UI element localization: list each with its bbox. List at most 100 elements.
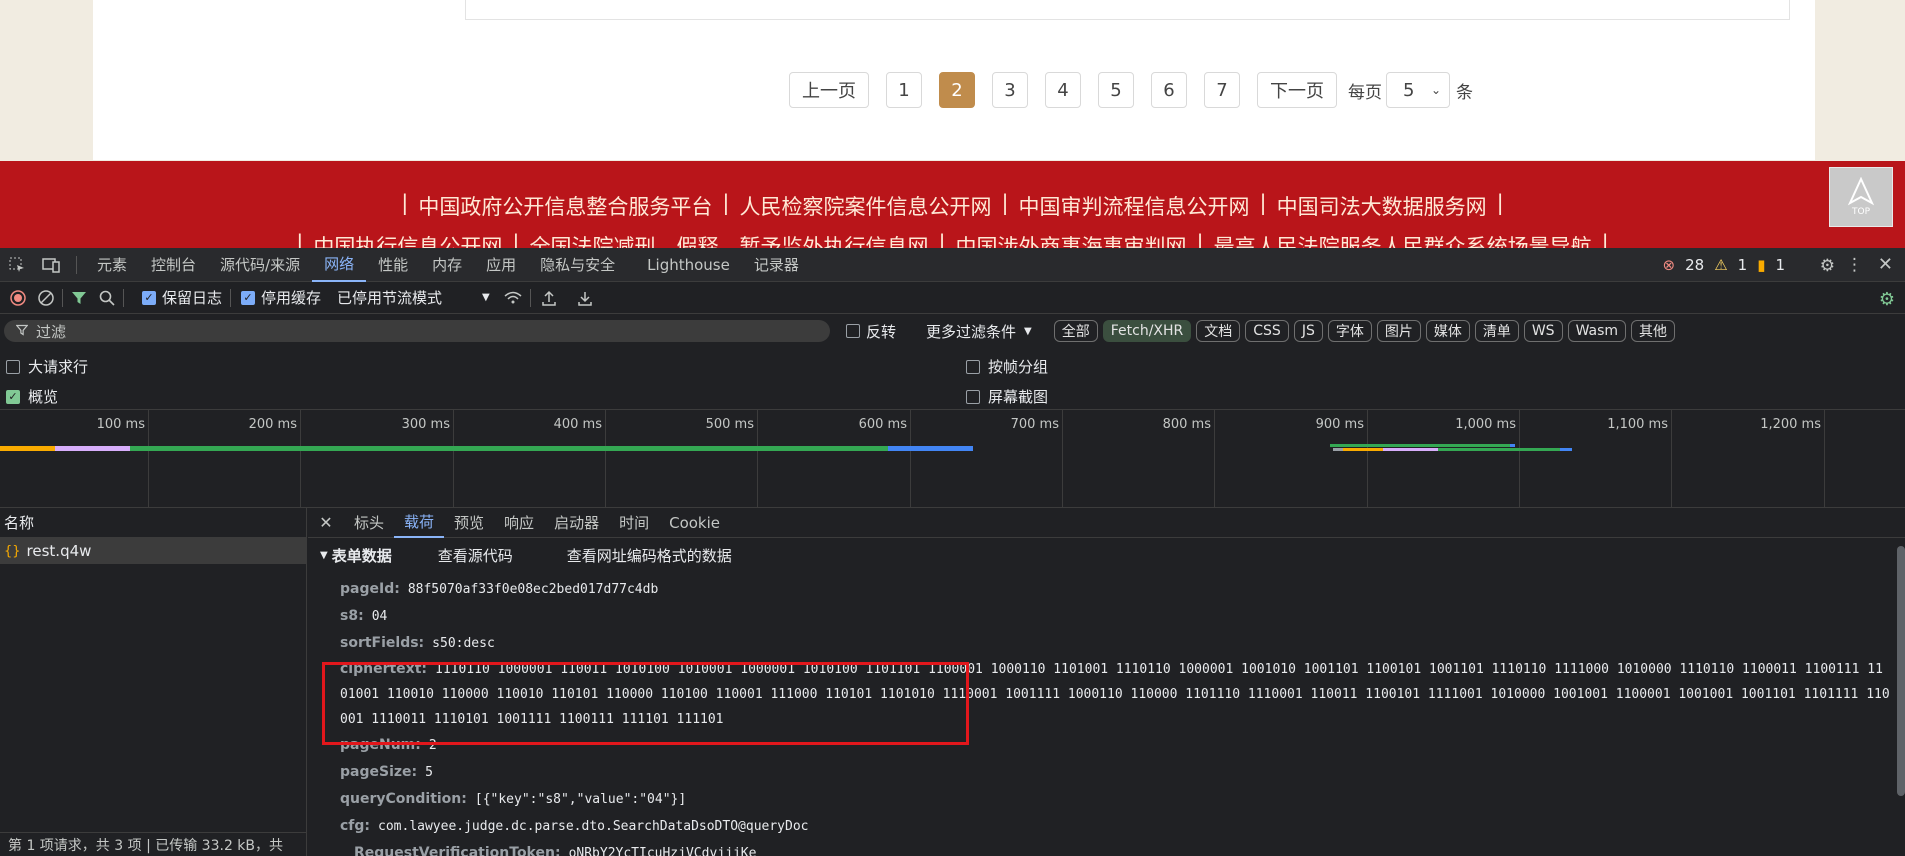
footer-link[interactable]: 最高人民法院服务人民群众系统场景导航 [1214, 231, 1592, 248]
type-filter-other[interactable]: 其他 [1631, 320, 1676, 342]
clear-icon[interactable] [38, 289, 54, 306]
caret-down-icon: ▼ [320, 549, 328, 561]
tab-privacy-security[interactable]: 隐私与安全 [528, 248, 627, 282]
tab-application[interactable]: 应用 [474, 248, 528, 282]
form-field-pagesize[interactable]: pageSize: 5 [340, 759, 1890, 786]
big-rows-label: 大请求行 [28, 358, 89, 376]
device-toolbar-icon[interactable] [34, 257, 68, 273]
page-2-button[interactable]: 2 [939, 72, 975, 108]
tab-recorder[interactable]: 记录器 [742, 248, 811, 282]
type-filter-wasm[interactable]: Wasm [1567, 320, 1627, 342]
settings-gear-icon[interactable]: ⚙ [1820, 256, 1835, 276]
form-field-verification-token[interactable]: __RequestVerificationToken: oNRbY2YcTIcuH… [340, 840, 1890, 856]
import-har-icon[interactable] [541, 290, 557, 306]
form-field-pagenum[interactable]: pageNum: 2 [340, 732, 1890, 759]
per-page-select[interactable]: 5 ⌄ [1386, 72, 1450, 108]
view-url-encoded-link[interactable]: 查看网址编码格式的数据 [567, 545, 732, 566]
disable-cache-checkbox[interactable]: ✓ 停用缓存 [241, 287, 321, 308]
issues-counter[interactable]: ⊗ 28 ⚠ 1 ▮ 1 [1663, 248, 1785, 282]
footer-link[interactable]: 中国涉外商事海事审判网 [956, 231, 1187, 248]
pagination: 上一页 1 2 3 4 5 6 7 下一页 每页 5 ⌄ 条 [789, 72, 1473, 108]
tab-console[interactable]: 控制台 [139, 248, 208, 282]
footer-link[interactable]: 中国政府公开信息整合服务平台 [418, 191, 712, 221]
footer-link[interactable]: 中国审判流程信息公开网 [1019, 191, 1250, 221]
more-options-icon[interactable]: ⋮ [1846, 255, 1863, 275]
tab-response[interactable]: 响应 [494, 508, 544, 538]
view-source-link[interactable]: 查看源代码 [438, 545, 513, 566]
network-conditions-icon[interactable] [504, 291, 522, 305]
form-field-pageid[interactable]: pageId: 88f5070af33f0e08ec2bed017d77c4db [340, 576, 1890, 603]
group-by-frame-checkbox[interactable]: 按帧分组 [966, 356, 1048, 377]
next-page-button[interactable]: 下一页 [1257, 72, 1337, 108]
invert-checkbox[interactable]: 反转 [846, 321, 896, 342]
close-icon[interactable]: ✕ [1878, 254, 1893, 275]
unit-label: 条 [1456, 82, 1473, 103]
type-filter-js[interactable]: JS [1293, 320, 1323, 342]
export-har-icon[interactable] [577, 290, 593, 306]
page-6-button[interactable]: 6 [1151, 72, 1187, 108]
divider [76, 255, 77, 274]
resource-type-filters: 全部 Fetch/XHR 文档 CSS JS 字体 图片 媒体 清单 WS Wa… [1053, 320, 1680, 342]
record-stop-icon[interactable] [10, 289, 26, 306]
page-7-button[interactable]: 7 [1204, 72, 1240, 108]
preserve-log-checkbox[interactable]: ✓ 保留日志 [142, 287, 222, 308]
footer-link[interactable]: 全国法院减刑、假释、暂予监外执行信息网 [529, 231, 928, 248]
type-filter-media[interactable]: 媒体 [1425, 320, 1470, 342]
footer-link[interactable]: 中国司法大数据服务网 [1277, 191, 1487, 221]
form-field-ciphertext[interactable]: ciphertext: 1110110 1000001 110011 101010… [340, 657, 1890, 732]
tab-initiator[interactable]: 启动器 [544, 508, 609, 538]
screenshots-checkbox[interactable]: 屏幕截图 [966, 386, 1048, 407]
page-3-button[interactable]: 3 [992, 72, 1028, 108]
back-to-top-button[interactable]: TOP [1829, 167, 1893, 227]
devtools-panel: 元素 控制台 源代码/来源 网络 性能 内存 应用 隐私与安全 Lighthou… [0, 248, 1905, 856]
tab-sources[interactable]: 源代码/来源 [208, 248, 312, 282]
form-data-section-header[interactable]: ▼ 表单数据 查看源代码 查看网址编码格式的数据 [320, 544, 732, 566]
form-field-s8[interactable]: s8: 04 [340, 603, 1890, 630]
form-field-querycondition[interactable]: queryCondition: [{"key":"s8","value":"04"… [340, 786, 1890, 813]
filter-input[interactable]: 过滤 [4, 320, 830, 342]
tab-timing[interactable]: 时间 [609, 508, 659, 538]
more-filters-dropdown[interactable]: 更多过滤条件 ▼ [926, 321, 1032, 342]
tab-payload[interactable]: 载荷 [394, 508, 445, 538]
form-field-sortfields[interactable]: sortFields: s50:desc [340, 630, 1890, 657]
prev-page-button[interactable]: 上一页 [789, 72, 869, 108]
detail-scrollbar[interactable] [1897, 546, 1905, 796]
more-filters-label: 更多过滤条件 [926, 322, 1017, 341]
type-filter-manifest[interactable]: 清单 [1474, 320, 1519, 342]
warning-icon: ⚠ [1714, 256, 1728, 274]
big-request-rows-checkbox[interactable]: 大请求行 [6, 356, 88, 377]
tab-memory[interactable]: 内存 [420, 248, 474, 282]
tab-elements[interactable]: 元素 [85, 248, 139, 282]
inspect-element-icon[interactable] [0, 257, 34, 273]
page-1-button[interactable]: 1 [886, 72, 922, 108]
close-detail-icon[interactable]: ✕ [308, 513, 344, 532]
type-filter-ws[interactable]: WS [1523, 320, 1563, 342]
tab-headers[interactable]: 标头 [344, 508, 394, 538]
request-area: 名称 {} rest.q4w 第 1 项请求，共 3 项 | 已传输 33.2 … [0, 508, 1905, 856]
name-column-header[interactable]: 名称 [0, 508, 306, 538]
search-icon[interactable] [99, 290, 115, 306]
network-settings-gear-icon[interactable]: ⚙ [1879, 289, 1895, 310]
footer-link[interactable]: 人民检察院案件信息公开网 [739, 191, 991, 221]
tab-cookies[interactable]: Cookie [659, 508, 730, 538]
status-summary: 第 1 项请求，共 3 项 | 已传输 33.2 kB，共 [8, 837, 284, 854]
type-filter-img[interactable]: 图片 [1376, 320, 1421, 342]
footer-link[interactable]: 中国执行信息公开网 [313, 231, 502, 248]
network-overview-timeline[interactable]: 100 ms 200 ms 300 ms 400 ms 500 ms 600 m… [0, 410, 1905, 508]
page-5-button[interactable]: 5 [1098, 72, 1134, 108]
tab-preview[interactable]: 预览 [444, 508, 494, 538]
throttle-dropdown[interactable]: 已停用节流模式 ▼ [337, 287, 490, 308]
type-filter-all[interactable]: 全部 [1053, 320, 1098, 342]
page-4-button[interactable]: 4 [1045, 72, 1081, 108]
request-row[interactable]: {} rest.q4w [0, 538, 306, 564]
tab-network[interactable]: 网络 [312, 248, 367, 282]
type-filter-font[interactable]: 字体 [1327, 320, 1372, 342]
type-filter-fetch-xhr[interactable]: Fetch/XHR [1102, 320, 1192, 342]
tab-lighthouse[interactable]: Lighthouse [635, 248, 742, 282]
filter-funnel-icon[interactable] [71, 290, 87, 306]
type-filter-css[interactable]: CSS [1245, 320, 1289, 342]
form-field-cfg[interactable]: cfg: com.lawyee.judge.dc.parse.dto.Search… [340, 813, 1890, 840]
overview-checkbox[interactable]: ✓ 概览 [6, 386, 58, 407]
tab-performance[interactable]: 性能 [366, 248, 420, 282]
type-filter-doc[interactable]: 文档 [1196, 320, 1241, 342]
